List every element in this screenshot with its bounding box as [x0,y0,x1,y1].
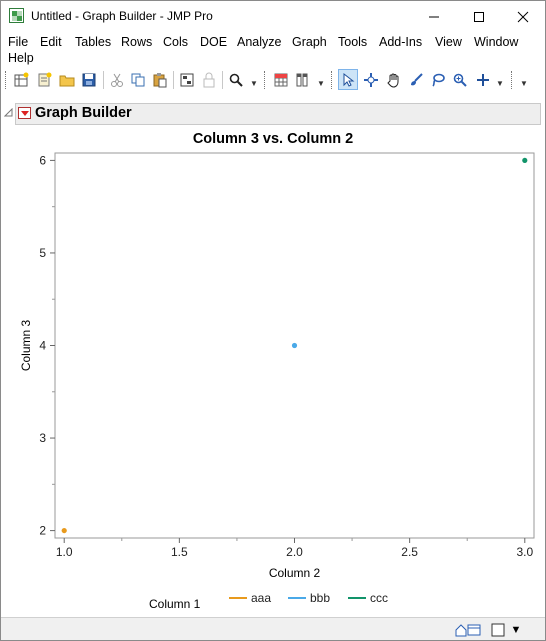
window-icon [491,623,505,636]
x-axis-label[interactable]: Column 2 [269,566,321,580]
legend-title: Column 1 [149,597,201,611]
home-icon [455,623,481,636]
x-axis: 1.0 1.5 2.0 2.5 3.0 [56,538,533,559]
window-dropdown-icon[interactable]: ▼ [509,621,523,638]
jmp-window: Untitled - Graph Builder - JMP Pro File … [0,0,546,641]
data-point-bbb[interactable] [291,342,298,349]
data-point-ccc[interactable] [522,157,528,164]
x-tick-label: 2.5 [401,545,418,559]
legend-label-bbb[interactable]: bbb [310,591,330,605]
y-tick-label: 4 [39,339,46,353]
y-tick-label: 5 [39,246,46,260]
x-tick-label: 2.0 [286,545,303,559]
window-list-button[interactable] [490,621,506,638]
legend[interactable]: Column 1 aaa bbb ccc [149,591,388,611]
x-tick-label: 3.0 [516,545,533,559]
y-tick-label: 3 [39,431,46,445]
y-axis: 2 3 4 5 6 [39,153,55,538]
y-axis-label[interactable]: Column 3 [19,319,33,371]
status-bar: ▼ [1,617,545,640]
data-point-aaa[interactable] [61,527,67,534]
x-tick-label: 1.0 [56,545,73,559]
y-tick-label: 6 [39,153,46,167]
legend-label-ccc[interactable]: ccc [370,591,388,605]
x-tick-label: 1.5 [171,545,188,559]
home-window-button[interactable] [453,621,485,638]
y-tick-label: 2 [39,524,46,538]
scatter-plot[interactable]: 1.0 1.5 2.0 2.5 3.0 23456 Column 2 Column 3 … [1,1,545,617]
legend-label-aaa[interactable]: aaa [251,591,271,605]
